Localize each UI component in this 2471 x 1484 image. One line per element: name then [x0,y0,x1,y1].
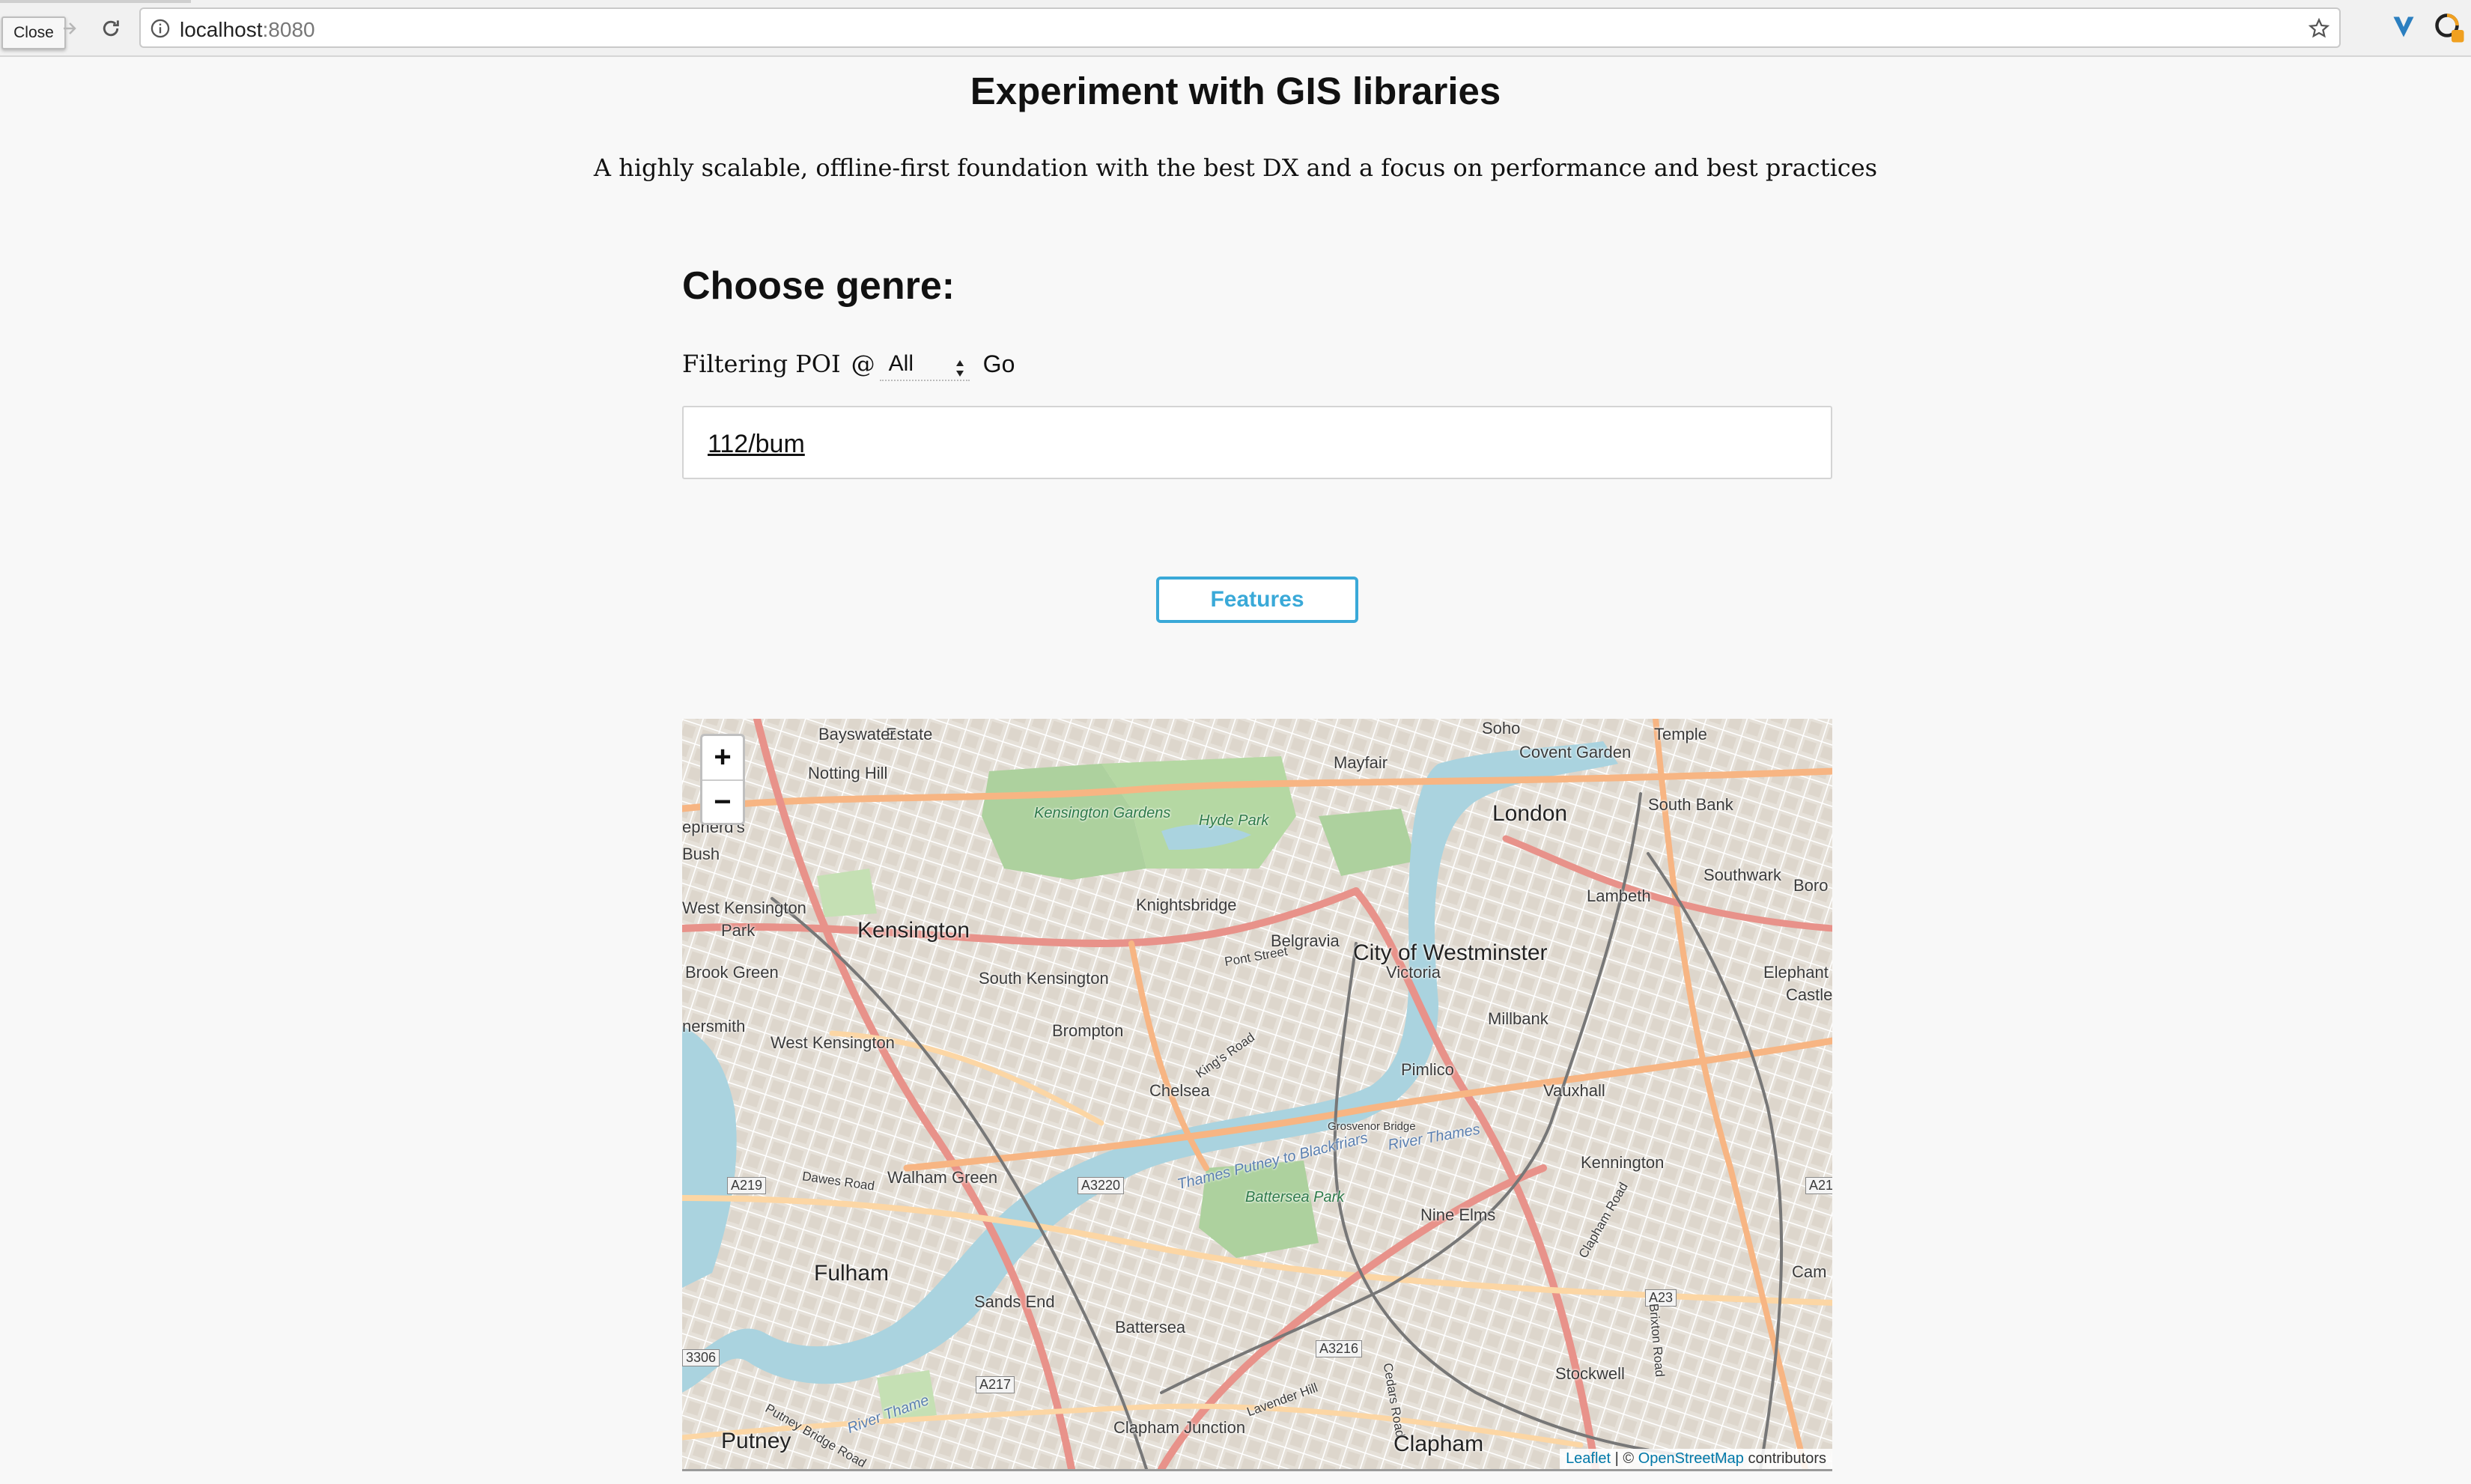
map-label: Mayfair [1334,753,1388,772]
map-label: Elephant and [1763,963,1832,982]
search-input[interactable]: 112/bum [682,406,1832,479]
map-label: Lambeth [1587,887,1651,905]
map-label: Southwark [1703,866,1781,884]
map-label: Pimlico [1401,1060,1454,1079]
go-button[interactable]: Go [983,350,1015,378]
map-label: Soho [1482,719,1521,738]
forward-arrow-icon[interactable] [58,15,81,42]
map-label: West Kensington [771,1033,895,1052]
map-label: Nine Elms [1420,1205,1496,1224]
extension-v-icon[interactable] [2390,13,2417,44]
url-host: localhost [180,18,263,41]
park-brompton [817,869,877,917]
map-label: London [1492,801,1568,826]
map-label: Temple [1654,725,1707,743]
zoom-control: + − [700,734,745,825]
filter-at-symbol: @ [851,350,875,378]
map-label: South Kensington [979,969,1109,988]
map-label: Bush [682,845,720,863]
select-arrows-icon [955,354,965,389]
map-attribution: Leaflet | © OpenStreetMap contributors [1560,1449,1832,1469]
map-label: Millbank [1488,1009,1548,1028]
zoom-out-button[interactable]: − [702,781,743,824]
genre-heading: Choose genre: [682,264,955,308]
map-label: City of Westminster [1353,940,1548,965]
filter-row: Filtering POI @ All Go [682,344,1015,383]
close-tooltip: Close [1,16,66,49]
extension-badge-icon[interactable] [2434,12,2465,47]
map-label: A217 [976,1376,1015,1393]
map-label: Clapham Junction [1113,1418,1246,1437]
leaflet-link[interactable]: Leaflet [1566,1450,1611,1467]
map-label: Hyde Park [1199,812,1269,829]
page-subtitle: A highly scalable, offline-first foundat… [593,153,1878,182]
map-label: Kensington [857,918,970,943]
zoom-in-button[interactable]: + [702,736,743,781]
map-label: Vauxhall [1543,1081,1605,1100]
map-label: Battersea [1115,1318,1186,1336]
map-label: South Bank [1648,795,1733,814]
map-label: Sands End [974,1292,1055,1311]
map-label: nersmith [682,1017,746,1036]
openstreetmap-link[interactable]: OpenStreetMap [1638,1450,1744,1467]
map-label: Chelsea [1149,1081,1210,1100]
search-input-value: 112/bum [708,430,805,458]
filter-label: Filtering POI [682,350,841,378]
address-bar[interactable]: localhost:8080 [139,7,2341,48]
genre-select[interactable]: All [879,347,970,381]
tab-strip [0,0,191,3]
map-label: Notting Hill [808,764,888,782]
map-label: 3306 [682,1349,720,1366]
genre-select-value: All [888,351,914,376]
map-label: West Kensington [682,898,806,917]
map-label: Victoria [1386,963,1441,982]
map-label: Kensington Gardens [1034,805,1171,821]
url-port: :8080 [262,18,315,41]
info-icon[interactable] [150,18,171,43]
map-label: Knightsbridge [1136,895,1237,914]
map-label: A219 [727,1177,767,1194]
map-label: A3216 [1316,1340,1363,1357]
map[interactable]: Estate Bayswater Notting Hill Soho Templ… [682,719,1832,1471]
attribution-suffix: contributors [1743,1450,1826,1467]
features-button[interactable]: Features [1156,577,1358,623]
url-text[interactable]: localhost:8080 [180,18,315,42]
map-label: Bayswater [818,725,896,743]
map-label: Fulham [814,1261,890,1286]
map-label: Kennington [1581,1153,1665,1172]
map-label: Covent Garden [1519,743,1632,761]
map-label: Brook Green [685,963,779,982]
browser-toolbar: Close localhost:8080 [0,0,2471,57]
page-title: Experiment with GIS libraries [970,70,1501,112]
map-label: Clapham [1393,1432,1484,1456]
bookmark-star-icon[interactable] [2308,17,2330,43]
map-label: Walham Green [887,1168,998,1187]
map-label: Brompton [1052,1021,1124,1040]
reload-icon[interactable] [96,15,126,42]
map-label: Castle [1786,985,1832,1004]
attribution-separator: | © [1611,1450,1638,1467]
map-label: A21 [1805,1177,1832,1194]
map-label: Cam [1792,1262,1827,1281]
map-label: Stockwell [1555,1364,1625,1383]
map-label: Park [721,921,756,940]
map-label: Grosvenor Bridge [1328,1120,1416,1133]
map-label: Battersea Park [1245,1189,1345,1205]
map-label: Boro [1793,876,1829,895]
map-label: A3220 [1078,1177,1125,1194]
map-label: Putney [721,1429,791,1453]
